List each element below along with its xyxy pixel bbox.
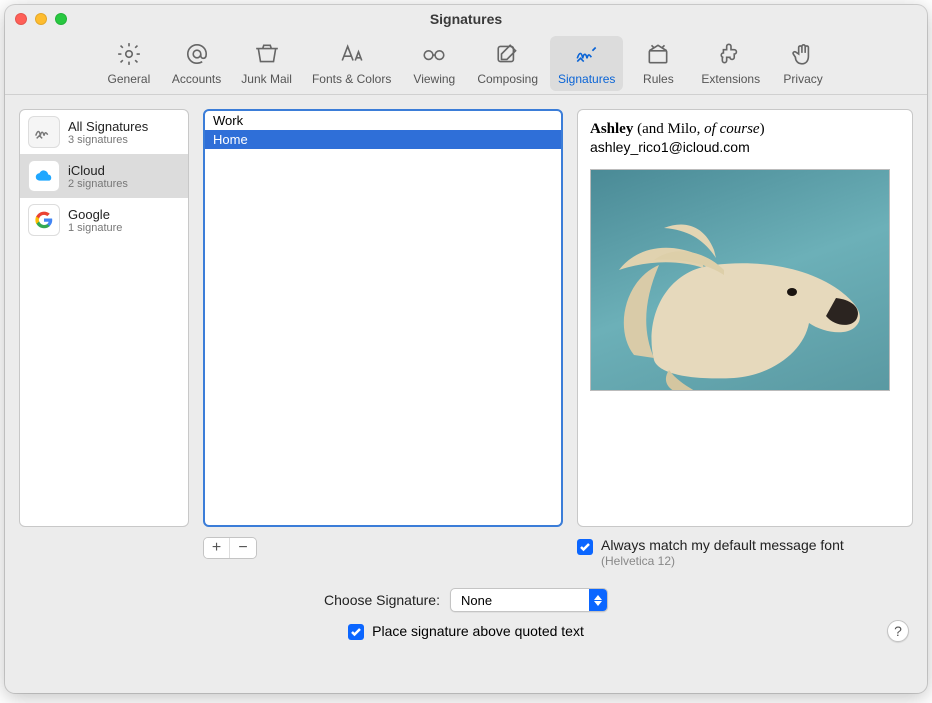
tab-label: Fonts & Colors bbox=[312, 72, 391, 86]
account-row-all[interactable]: All Signatures 3 signatures bbox=[20, 110, 188, 154]
glasses-icon bbox=[421, 40, 447, 68]
choose-signature-label: Choose Signature: bbox=[324, 592, 440, 608]
remove-signature-button[interactable]: − bbox=[230, 538, 256, 558]
accounts-list[interactable]: All Signatures 3 signatures iCloud 2 sig… bbox=[19, 109, 189, 527]
window-title: Signatures bbox=[5, 11, 927, 27]
choose-signature-row: Choose Signature: None bbox=[324, 588, 608, 612]
google-icon bbox=[28, 204, 60, 236]
preview-email: ashley_rico1@icloud.com bbox=[590, 139, 900, 155]
tab-label: Accounts bbox=[172, 72, 221, 86]
preview-image bbox=[590, 169, 890, 391]
tab-label: Extensions bbox=[701, 72, 760, 86]
account-name: All Signatures bbox=[68, 119, 148, 134]
signature-icon bbox=[574, 40, 600, 68]
account-sub: 3 signatures bbox=[68, 134, 148, 146]
help-button[interactable]: ? bbox=[887, 620, 909, 642]
tab-label: Composing bbox=[477, 72, 538, 86]
select-value: None bbox=[461, 593, 585, 608]
tab-accounts[interactable]: Accounts bbox=[164, 36, 229, 91]
preferences-window: Signatures General Accounts Junk Mail Fo… bbox=[5, 5, 927, 693]
puzzle-icon bbox=[718, 40, 744, 68]
compose-icon bbox=[495, 40, 521, 68]
tab-signatures[interactable]: Signatures bbox=[550, 36, 623, 91]
tab-composing[interactable]: Composing bbox=[469, 36, 546, 91]
account-row-icloud[interactable]: iCloud 2 signatures bbox=[20, 154, 188, 198]
account-sub: 2 signatures bbox=[68, 178, 128, 190]
place-above-label: Place signature above quoted text bbox=[372, 623, 584, 639]
tab-label: General bbox=[108, 72, 151, 86]
place-above-row: Place signature above quoted text bbox=[348, 622, 584, 640]
titlebar: Signatures bbox=[5, 5, 927, 33]
add-remove-buttons: + − bbox=[203, 537, 257, 559]
all-signatures-icon bbox=[28, 116, 60, 148]
tab-junk-mail[interactable]: Junk Mail bbox=[233, 36, 300, 91]
account-sub: 1 signature bbox=[68, 222, 122, 234]
icloud-icon bbox=[28, 160, 60, 192]
account-name: iCloud bbox=[68, 163, 128, 178]
content-area: All Signatures 3 signatures iCloud 2 sig… bbox=[5, 95, 927, 693]
tab-label: Signatures bbox=[558, 72, 615, 86]
place-above-checkbox[interactable] bbox=[348, 624, 364, 640]
select-arrows-icon bbox=[589, 589, 607, 611]
account-name: Google bbox=[68, 207, 122, 222]
gear-icon bbox=[116, 40, 142, 68]
tab-viewing[interactable]: Viewing bbox=[403, 36, 465, 91]
signature-row[interactable]: Home bbox=[205, 130, 561, 149]
tab-extensions[interactable]: Extensions bbox=[693, 36, 768, 91]
preview-name-line: Ashley (and Milo, of course) bbox=[590, 120, 900, 138]
trash-icon bbox=[254, 40, 280, 68]
match-font-row: Always match my default message font (He… bbox=[577, 537, 913, 568]
preferences-toolbar: General Accounts Junk Mail Fonts & Color… bbox=[5, 33, 927, 95]
below-columns: + − Always match my default message font… bbox=[5, 533, 927, 568]
rules-icon bbox=[645, 40, 671, 68]
signature-preview[interactable]: Ashley (and Milo, of course) ashley_rico… bbox=[577, 109, 913, 527]
columns: All Signatures 3 signatures iCloud 2 sig… bbox=[5, 95, 927, 533]
fonts-icon bbox=[339, 40, 365, 68]
choose-signature-select[interactable]: None bbox=[450, 588, 608, 612]
account-row-google[interactable]: Google 1 signature bbox=[20, 198, 188, 242]
preview-name-bold: Ashley bbox=[590, 121, 633, 137]
tab-general[interactable]: General bbox=[98, 36, 160, 91]
match-font-label: Always match my default message font bbox=[601, 537, 844, 553]
tab-privacy[interactable]: Privacy bbox=[772, 36, 834, 91]
add-signature-button[interactable]: + bbox=[204, 538, 230, 558]
tab-label: Privacy bbox=[783, 72, 822, 86]
tab-label: Rules bbox=[643, 72, 674, 86]
tab-label: Junk Mail bbox=[241, 72, 292, 86]
signatures-list[interactable]: Work Home bbox=[203, 109, 563, 527]
tab-fonts-colors[interactable]: Fonts & Colors bbox=[304, 36, 399, 91]
at-sign-icon bbox=[184, 40, 210, 68]
tab-rules[interactable]: Rules bbox=[627, 36, 689, 91]
tab-label: Viewing bbox=[413, 72, 455, 86]
bottom-controls: Choose Signature: None Place signature a… bbox=[5, 588, 927, 654]
hand-icon bbox=[790, 40, 816, 68]
match-font-sub: (Helvetica 12) bbox=[601, 554, 844, 568]
signature-row[interactable]: Work bbox=[205, 111, 561, 130]
match-font-checkbox[interactable] bbox=[577, 539, 593, 555]
dog-photo-icon bbox=[604, 210, 884, 391]
